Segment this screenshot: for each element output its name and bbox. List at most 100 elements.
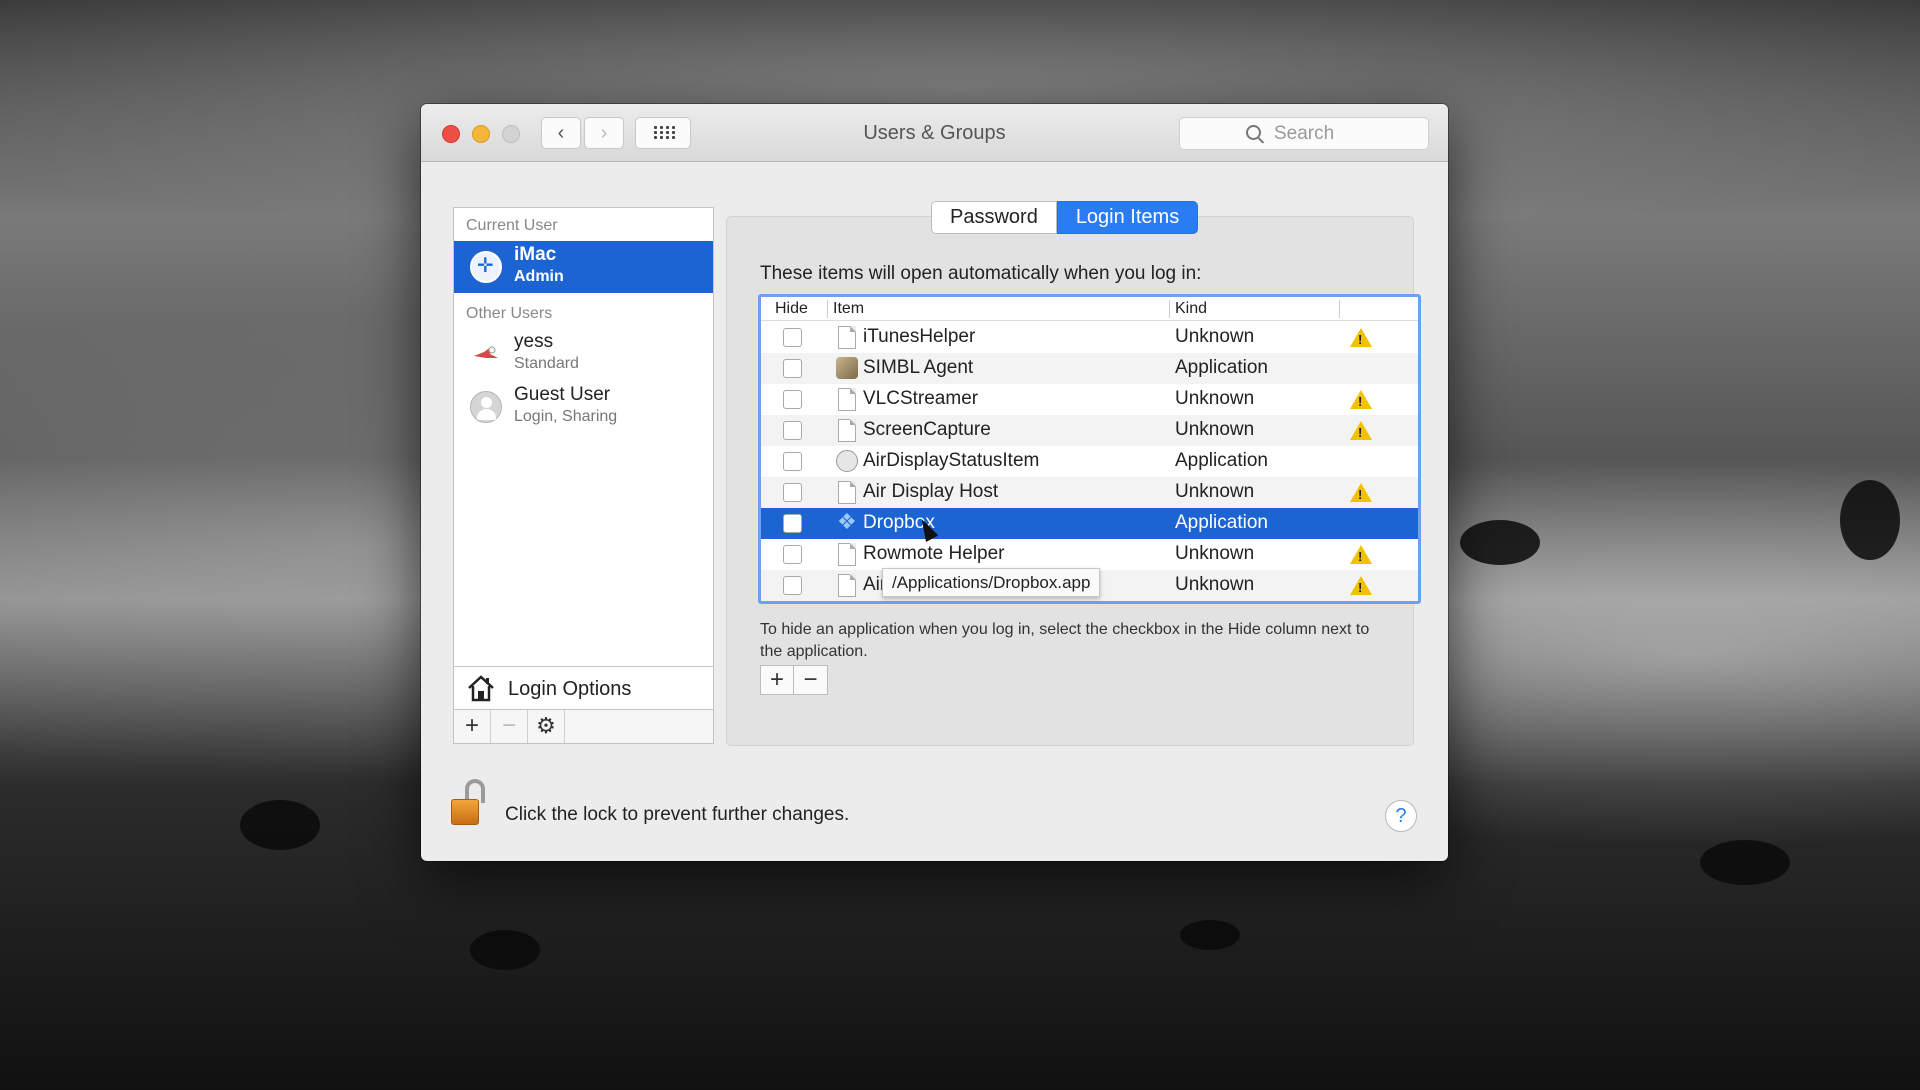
warning-icon: [1350, 390, 1372, 409]
warning-icon: [1350, 421, 1372, 440]
table-row-selected[interactable]: Dropbox Application: [761, 508, 1418, 539]
item-kind: Unknown: [1175, 481, 1255, 502]
table-row[interactable]: Rowmote Helper Unknown: [761, 539, 1418, 570]
add-login-item-button[interactable]: +: [760, 665, 794, 695]
search-field[interactable]: Search: [1179, 117, 1429, 150]
hide-checkbox[interactable]: [783, 576, 802, 595]
hide-checkbox[interactable]: [783, 545, 802, 564]
document-icon: [838, 543, 856, 566]
document-icon: [838, 326, 856, 349]
table-row[interactable]: AirDisplayStatusItem Application: [761, 446, 1418, 477]
hide-hint-text: To hide an application when you log in, …: [760, 621, 1370, 660]
background-rock: [470, 930, 540, 970]
login-items-table: Hide Item Kind iTunesHelper Unknown SIMB…: [758, 294, 1421, 604]
search-icon: [1246, 125, 1261, 140]
dropbox-icon: [836, 509, 858, 535]
background-rock: [1460, 520, 1540, 565]
lock-icon[interactable]: [451, 779, 485, 825]
lock-text: Click the lock to prevent further change…: [505, 804, 850, 825]
document-icon: [838, 419, 856, 442]
document-icon: [838, 388, 856, 411]
column-hide[interactable]: Hide: [775, 300, 808, 318]
warning-icon: [1350, 328, 1372, 347]
simbl-app-icon: [836, 357, 858, 379]
path-tooltip: /Applications/Dropbox.app: [882, 568, 1101, 597]
item-kind: Application: [1175, 357, 1268, 378]
background-rock: [1180, 920, 1240, 950]
table-row[interactable]: Air Display Host Unknown: [761, 477, 1418, 508]
table-header: Hide Item Kind: [761, 297, 1418, 321]
hide-checkbox[interactable]: [783, 421, 802, 440]
login-options-item[interactable]: Login Options: [454, 666, 713, 709]
grid-icon: [654, 126, 675, 140]
other-users-label: Other Users: [466, 305, 553, 322]
remove-login-item-button[interactable]: −: [794, 665, 828, 695]
zoom-button[interactable]: [502, 125, 520, 143]
minimize-button[interactable]: [472, 125, 490, 143]
table-row[interactable]: ScreenCapture Unknown: [761, 415, 1418, 446]
user-role: Login, Sharing: [514, 408, 618, 425]
forward-button[interactable]: ›: [584, 117, 624, 149]
item-name: VLCStreamer: [863, 388, 979, 409]
item-name: Air Display Host: [863, 481, 999, 502]
item-name: SIMBL Agent: [863, 357, 974, 378]
user-row-guest[interactable]: Guest User Login, Sharing: [454, 381, 713, 433]
remove-user-button[interactable]: −: [491, 710, 528, 743]
users-groups-window: ‹ › Users & Groups Search Current User i…: [421, 104, 1448, 861]
background-rock: [1840, 480, 1900, 560]
hide-checkbox[interactable]: [783, 390, 802, 409]
search-placeholder: Search: [1274, 123, 1335, 144]
close-button[interactable]: [442, 125, 460, 143]
item-kind: Unknown: [1175, 419, 1255, 440]
background-rock: [1700, 840, 1790, 885]
hide-checkbox[interactable]: [783, 359, 802, 378]
hide-checkbox[interactable]: [783, 483, 802, 502]
item-name: ScreenCapture: [863, 419, 991, 440]
tab-bar: Password Login Items: [931, 201, 1199, 234]
table-row[interactable]: VLCStreamer Unknown: [761, 384, 1418, 415]
document-icon: [838, 481, 856, 504]
warning-icon: [1350, 576, 1372, 595]
table-row[interactable]: iTunesHelper Unknown: [761, 322, 1418, 353]
house-icon: [468, 675, 494, 702]
gear-icon[interactable]: ⚙: [528, 710, 565, 743]
user-role: Admin: [514, 268, 564, 285]
sidebar-toolbar: + − ⚙: [454, 709, 713, 743]
user-role: Standard: [514, 355, 579, 372]
tab-login-items[interactable]: Login Items: [1056, 201, 1199, 234]
tab-password[interactable]: Password: [931, 201, 1057, 234]
yess-avatar-icon: [470, 338, 502, 370]
item-kind: Application: [1175, 450, 1268, 471]
user-name: Guest User: [514, 384, 611, 405]
hide-checkbox[interactable]: [783, 328, 802, 347]
hide-checkbox[interactable]: [783, 452, 802, 471]
user-row-imac[interactable]: iMac Admin: [454, 241, 713, 293]
users-sidebar: Current User iMac Admin Other Users yess…: [453, 207, 714, 744]
column-kind[interactable]: Kind: [1175, 300, 1207, 318]
login-items-intro: These items will open automatically when…: [760, 263, 1202, 284]
warning-icon: [1350, 483, 1372, 502]
background-rock: [240, 800, 320, 850]
user-name: yess: [514, 331, 554, 352]
imac-avatar-icon: [470, 251, 502, 283]
titlebar: ‹ › Users & Groups Search: [421, 104, 1448, 162]
add-user-button[interactable]: +: [454, 710, 491, 743]
chevron-right-icon: ›: [600, 122, 608, 144]
table-row[interactable]: SIMBL Agent Application: [761, 353, 1418, 384]
user-row-yess[interactable]: yess Standard: [454, 328, 713, 380]
user-name: iMac: [514, 244, 557, 265]
item-name: AirDisplayStatusItem: [863, 450, 1040, 471]
item-kind: Unknown: [1175, 326, 1255, 347]
item-kind: Unknown: [1175, 543, 1255, 564]
back-button[interactable]: ‹: [541, 117, 581, 149]
document-icon: [838, 574, 856, 597]
current-user-label: Current User: [466, 217, 558, 234]
warning-icon: [1350, 545, 1372, 564]
help-button[interactable]: ?: [1385, 800, 1417, 832]
hide-checkbox[interactable]: [783, 514, 802, 533]
chevron-left-icon: ‹: [557, 122, 565, 144]
column-item[interactable]: Item: [833, 300, 864, 318]
item-name: iTunesHelper: [863, 326, 976, 347]
show-all-button[interactable]: [635, 117, 691, 149]
item-kind: Application: [1175, 512, 1268, 533]
